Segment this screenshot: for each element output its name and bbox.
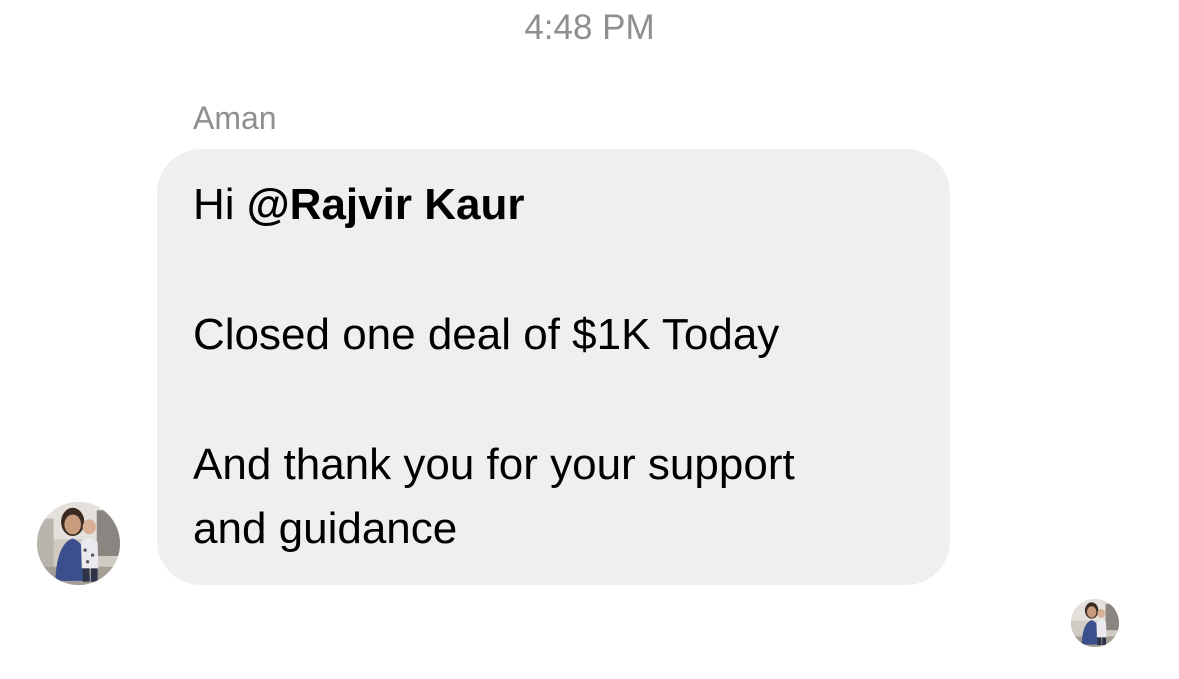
sender-name: Aman [193,100,277,136]
chat-screen: 4:48 PM Aman Hi @Rajvir Kaur Closed one … [0,0,1179,679]
sender-avatar-photo-icon [37,502,120,585]
mention-link[interactable]: @Rajvir Kaur [247,180,525,229]
message-bubble[interactable]: Hi @Rajvir Kaur Closed one deal of $1K T… [157,149,950,585]
sender-avatar[interactable] [37,502,120,585]
message-line-thanks-continued: and guidance [193,504,458,553]
message-timestamp: 4:48 PM [524,8,655,47]
message-line-deal: Closed one deal of $1K Today [193,310,780,359]
greeting-text: Hi [193,180,247,229]
message-line-greeting: Hi @Rajvir Kaur [193,173,914,237]
read-receipt-avatar [1071,599,1119,647]
read-receipt-avatar-photo-icon [1071,599,1119,647]
message-line-thanks: And thank you for your support [193,440,795,489]
